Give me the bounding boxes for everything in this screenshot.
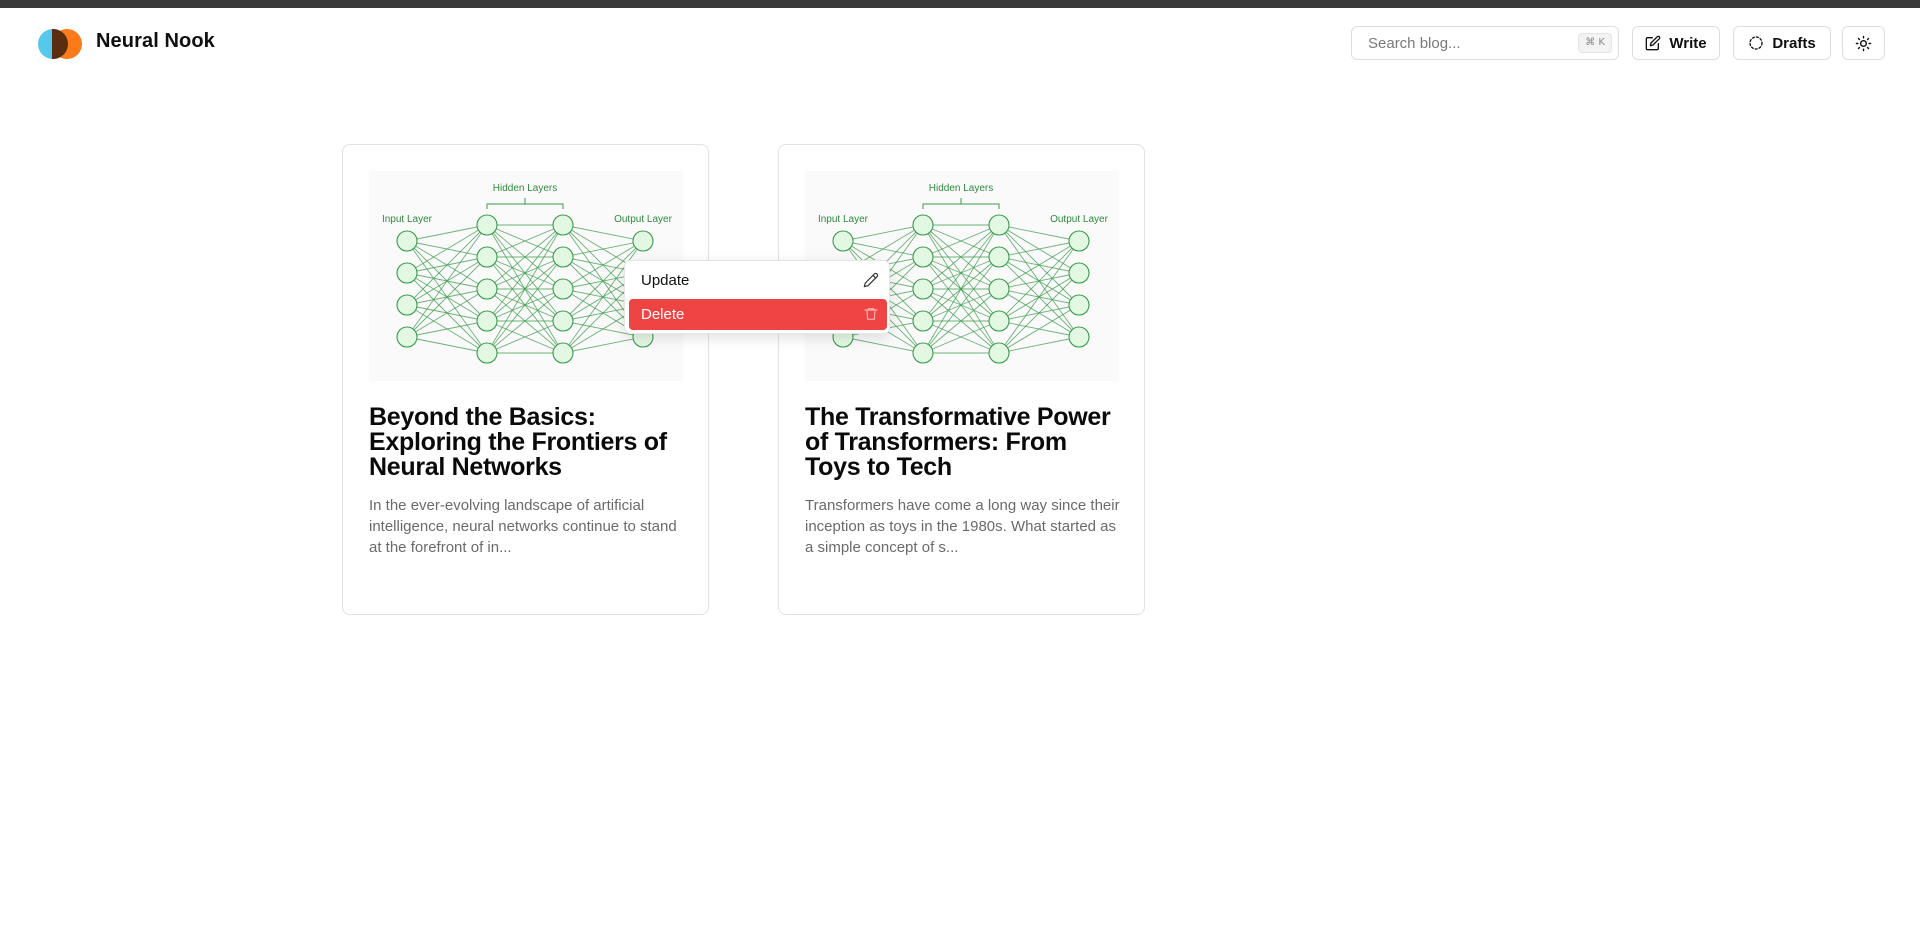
nn-node	[552, 310, 574, 332]
post-excerpt: In the ever-evolving landscape of artifi…	[369, 497, 677, 556]
nn-node	[912, 310, 934, 332]
nn-node	[396, 294, 418, 316]
nn-node	[552, 246, 574, 268]
nn-node	[476, 342, 498, 364]
sun-icon	[1855, 35, 1872, 51]
post-card[interactable]: Hidden Layers Input Layer Output Layer T…	[778, 144, 1145, 615]
nn-node	[832, 230, 854, 252]
post-card[interactable]: Hidden Layers Input Layer Output Layer B…	[342, 144, 709, 615]
hidden-layers-label: Hidden Layers	[493, 183, 557, 194]
window-top-strip	[0, 0, 1920, 8]
site-title[interactable]: Neural Nook	[96, 30, 215, 53]
nn-node	[988, 214, 1010, 236]
nn-node	[396, 262, 418, 284]
search-shortcut-badge: ⌘ K	[1578, 33, 1612, 53]
loader-circle-icon	[1749, 36, 1763, 50]
nn-node	[552, 342, 574, 364]
nn-node	[1068, 294, 1090, 316]
trash-icon	[864, 308, 878, 320]
nn-node	[1068, 230, 1090, 252]
output-layer-label: Output Layer	[614, 214, 672, 225]
nn-node	[476, 278, 498, 300]
drafts-button-label: Drafts	[1772, 34, 1816, 52]
site-header: Neural Nook ⌘ K Write Drafts	[0, 8, 1920, 76]
search-input[interactable]	[1352, 27, 1552, 59]
nn-node	[476, 310, 498, 332]
write-button[interactable]: Write	[1632, 26, 1720, 60]
nn-node	[988, 278, 1010, 300]
nn-node	[396, 230, 418, 252]
post-title[interactable]: Beyond the Basics: Exploring the Frontie…	[369, 405, 689, 480]
theme-toggle-button[interactable]	[1842, 26, 1885, 60]
nn-node	[552, 214, 574, 236]
nn-node	[1068, 326, 1090, 348]
drafts-button[interactable]: Drafts	[1733, 26, 1831, 60]
delete-menu-item[interactable]: Delete	[629, 299, 887, 330]
nn-node	[988, 342, 1010, 364]
nn-node	[476, 214, 498, 236]
post-excerpt: Transformers have come a long way since …	[805, 497, 1120, 556]
output-layer-label: Output Layer	[1050, 214, 1108, 225]
post-title[interactable]: The Transformative Power of Transformers…	[805, 405, 1125, 480]
nn-node	[396, 326, 418, 348]
input-layer-label: Input Layer	[382, 214, 433, 225]
nn-node	[912, 278, 934, 300]
edit-icon	[1646, 35, 1661, 51]
nn-node	[912, 246, 934, 268]
pencil-icon	[863, 272, 879, 288]
input-layer-label: Input Layer	[818, 214, 869, 225]
nn-node	[912, 214, 934, 236]
nn-node	[988, 246, 1010, 268]
nn-node	[1068, 262, 1090, 284]
nn-node	[552, 278, 574, 300]
search-box[interactable]: ⌘ K	[1351, 26, 1619, 60]
hidden-layers-label: Hidden Layers	[929, 183, 993, 194]
write-button-label: Write	[1669, 34, 1707, 52]
nn-node	[912, 342, 934, 364]
post-context-menu: Update Delete	[624, 260, 890, 334]
nn-node	[632, 230, 654, 252]
logo-icon[interactable]	[38, 29, 84, 59]
nn-node	[988, 310, 1010, 332]
delete-menu-label: Delete	[641, 306, 685, 323]
nn-node	[476, 246, 498, 268]
update-menu-label: Update	[641, 272, 690, 289]
update-menu-item[interactable]: Update	[629, 265, 887, 296]
